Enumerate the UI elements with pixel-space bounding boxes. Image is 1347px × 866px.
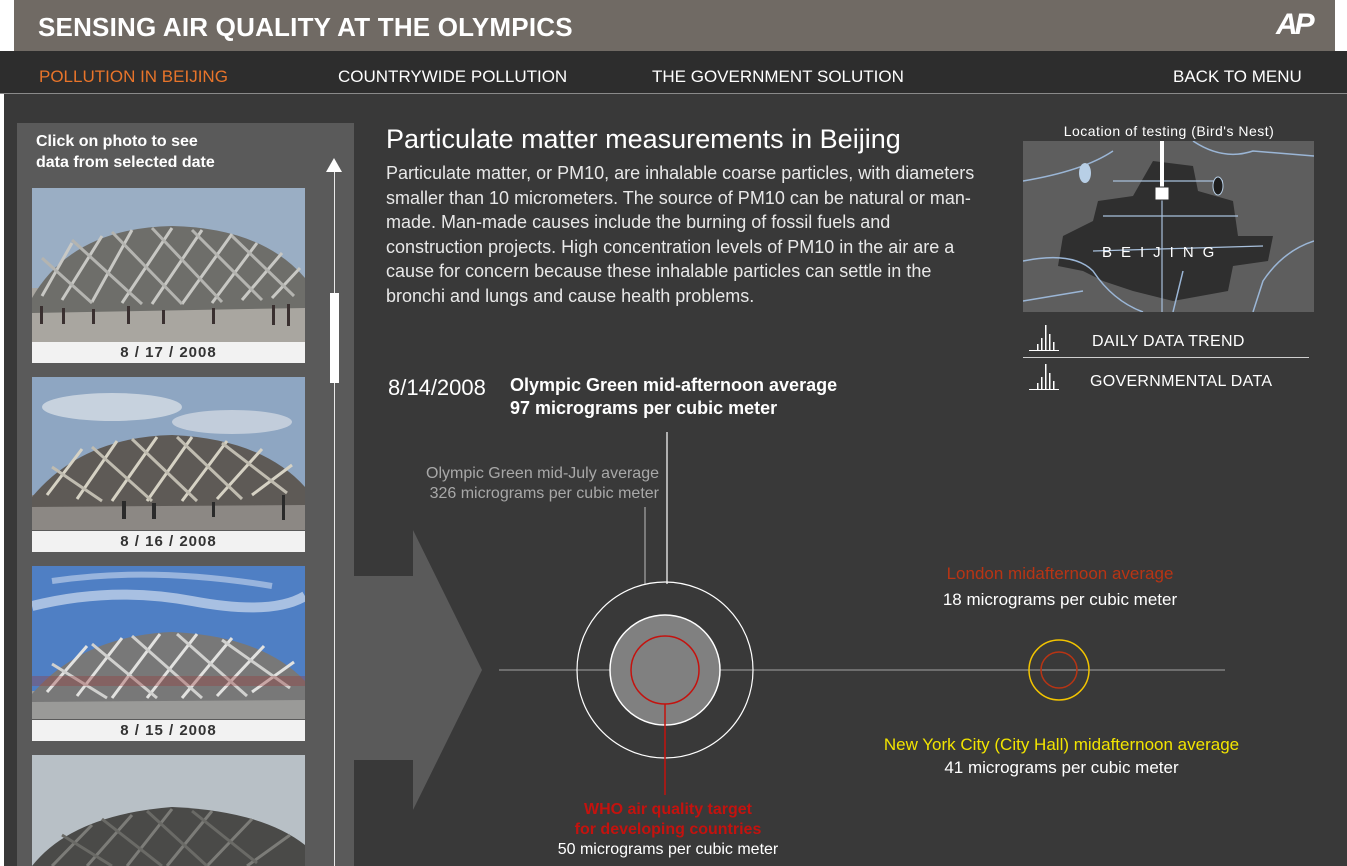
measurement-value: 97 micrograms per cubic meter: [510, 398, 778, 418]
map-label: Location of testing (Bird's Nest): [1063, 123, 1275, 139]
measurement-date: 8/14/2008: [388, 375, 486, 400]
bar-chart-icon: [1029, 364, 1059, 390]
nav-countrywide-pollution[interactable]: COUNTRYWIDE POLLUTION: [338, 67, 567, 87]
who-target-label: WHO air quality target: [583, 801, 753, 818]
ap-logo: AP: [1276, 8, 1315, 41]
july-average-label: Olympic Green mid-July average: [426, 465, 659, 482]
measurement-title: Olympic Green mid-afternoon average: [510, 375, 838, 395]
nav-back-to-menu[interactable]: BACK TO MENU: [1173, 67, 1302, 87]
page-title: Particulate matter measurements in Beiji…: [386, 124, 901, 154]
stadium-image: [32, 566, 305, 719]
nyc-average-label: New York City (City Hall) midafternoon a…: [883, 735, 1240, 754]
stadium-image: [32, 377, 305, 530]
photo-date-label: 8 / 16 / 2008: [32, 531, 305, 552]
beijing-map: [1023, 141, 1314, 312]
photo-thumbnail[interactable]: [32, 566, 305, 719]
photo-thumbnail[interactable]: [32, 377, 305, 530]
scroll-up-arrow-icon[interactable]: [326, 158, 342, 172]
stadium-image: [32, 755, 305, 866]
description-text: Particulate matter, or PM10, are inhalab…: [386, 163, 975, 306]
nyc-average-value: 41 micrograms per cubic meter: [944, 758, 1179, 777]
map-city-label: BEIJING: [1102, 244, 1224, 261]
legend-divider: [1023, 357, 1309, 358]
july-average-value: 326 micrograms per cubic meter: [429, 485, 659, 502]
photo-thumbnail[interactable]: [32, 755, 305, 866]
who-target-sublabel: for developing countries: [574, 821, 762, 838]
who-target-value: 50 micrograms per cubic meter: [557, 841, 779, 858]
london-average-value: 18 micrograms per cubic meter: [942, 590, 1178, 609]
bar-chart-icon: [1029, 325, 1059, 351]
london-average-label: London midafternoon average: [946, 564, 1174, 583]
nav-pollution-in-beijing[interactable]: POLLUTION IN BEIJING: [39, 67, 228, 87]
photo-instruction-line2: data from selected date: [36, 154, 215, 171]
photo-instruction: Click on photo to see data from selected…: [36, 131, 276, 173]
nav-bar: POLLUTION IN BEIJING COUNTRYWIDE POLLUTI…: [0, 51, 1347, 94]
stadium-image: [32, 188, 305, 342]
scrollbar-track[interactable]: [334, 170, 335, 866]
scrollbar-thumb[interactable]: [330, 293, 339, 383]
big-arrow-icon: [354, 530, 482, 810]
app-title: SENSING AIR QUALITY AT THE OLYMPICS: [38, 12, 573, 42]
photo-date-label: 8 / 15 / 2008: [32, 720, 305, 741]
legend-governmental-data[interactable]: GOVERNMENTAL DATA: [1090, 373, 1272, 391]
nav-government-solution[interactable]: THE GOVERNMENT SOLUTION: [652, 67, 904, 87]
photo-instruction-line1: Click on photo to see: [36, 133, 198, 150]
photo-thumbnail[interactable]: [32, 188, 305, 342]
legend-daily-trend[interactable]: DAILY DATA TREND: [1092, 333, 1245, 351]
photo-date-label: 8 / 17 / 2008: [32, 342, 305, 363]
